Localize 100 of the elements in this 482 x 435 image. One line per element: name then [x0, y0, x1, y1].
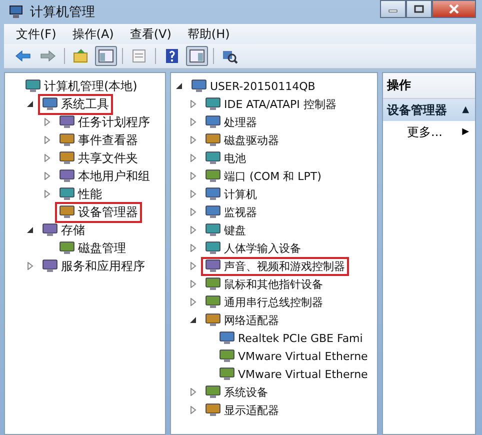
device-icon	[205, 241, 221, 255]
maximize-icon	[414, 5, 424, 13]
collapsed-arrow-icon[interactable]	[189, 154, 197, 162]
device-icon	[205, 97, 221, 111]
tree-item[interactable]: 存储	[38, 220, 89, 240]
collapsed-arrow-icon[interactable]	[189, 172, 197, 180]
node-icon	[25, 79, 41, 93]
node-icon	[59, 205, 75, 219]
device-icon	[205, 295, 221, 309]
device-icon	[219, 349, 235, 363]
tree-item[interactable]: 磁盘管理	[55, 238, 130, 258]
tree-item[interactable]: 事件查看器	[55, 130, 142, 150]
node-icon	[59, 133, 75, 147]
action-pane-button[interactable]	[186, 46, 208, 66]
tree-item[interactable]: 声音、视频和游戏控制器	[201, 256, 349, 276]
collapsed-arrow-icon[interactable]	[43, 154, 51, 162]
tree-item[interactable]: IDE ATA/ATAPI 控制器	[201, 94, 340, 114]
menu-item[interactable]: 文件(F)	[16, 26, 56, 42]
device-icon	[205, 187, 221, 201]
collapsed-arrow-icon[interactable]	[26, 262, 34, 270]
tree-item[interactable]: 通用串行总线控制器	[201, 292, 327, 312]
tree-item[interactable]: VMware Virtual Etherne	[215, 365, 372, 383]
device-icon	[205, 205, 221, 219]
device-icon	[205, 277, 221, 291]
menu-item[interactable]: 帮助(H)	[187, 26, 230, 42]
collapsed-arrow-icon[interactable]	[189, 280, 197, 288]
node-icon	[59, 151, 75, 165]
collapsed-arrow-icon[interactable]	[189, 406, 197, 414]
actions-section[interactable]: 设备管理器 ▲	[383, 99, 475, 121]
node-icon	[59, 115, 75, 129]
collapsed-arrow-icon[interactable]	[43, 118, 51, 126]
tree-item[interactable]: 任务计划程序	[55, 112, 154, 132]
expanded-arrow-icon[interactable]	[175, 82, 183, 90]
collapsed-arrow-icon[interactable]	[189, 298, 197, 306]
tree-item[interactable]: 人体学输入设备	[201, 238, 305, 258]
expanded-arrow-icon[interactable]	[26, 100, 34, 108]
collapsed-arrow-icon[interactable]	[189, 118, 197, 126]
collapsed-arrow-icon[interactable]	[189, 190, 197, 198]
device-icon	[205, 259, 221, 273]
device-icon	[205, 151, 221, 165]
collapsed-arrow-icon[interactable]	[189, 388, 197, 396]
tree-item[interactable]: 本地用户和组	[55, 166, 154, 186]
menu-item[interactable]: 查看(V)	[130, 26, 172, 42]
collapsed-arrow-icon[interactable]	[189, 136, 197, 144]
tree-item[interactable]: 监视器	[201, 202, 261, 222]
tree-item[interactable]: 键盘	[201, 220, 250, 240]
tree-item[interactable]: VMware Virtual Etherne	[215, 347, 372, 365]
tree-item[interactable]: 系统工具	[38, 94, 113, 114]
collapsed-arrow-icon[interactable]	[189, 262, 197, 270]
node-icon	[42, 223, 58, 237]
tree-item[interactable]: 性能	[55, 184, 106, 204]
collapsed-arrow-icon[interactable]	[189, 208, 197, 216]
tree-item[interactable]: 计算机	[201, 184, 261, 204]
menu-item[interactable]: 操作(A)	[72, 26, 114, 42]
tree-item[interactable]: 显示适配器	[201, 400, 283, 420]
device-icon	[219, 331, 235, 345]
window-title: 计算机管理	[30, 4, 95, 21]
collapsed-arrow-icon[interactable]	[189, 226, 197, 234]
computer-icon	[8, 4, 24, 20]
node-icon	[59, 187, 75, 201]
minimize-button[interactable]	[380, 0, 406, 18]
collapsed-arrow-icon[interactable]	[43, 190, 51, 198]
close-icon	[448, 4, 460, 14]
tree-item[interactable]: 端口 (COM 和 LPT)	[201, 166, 326, 186]
tree-item[interactable]: 网络适配器	[201, 310, 283, 330]
node-icon	[59, 241, 75, 255]
tree-item[interactable]: USER-20150114QB	[187, 77, 320, 95]
device-icon	[205, 115, 221, 129]
tree-item[interactable]: 计算机管理(本地)	[21, 76, 142, 96]
node-icon	[42, 97, 58, 111]
tree-item[interactable]: 电池	[201, 148, 250, 168]
collapsed-arrow-icon[interactable]	[43, 172, 51, 180]
tree-item[interactable]: 处理器	[201, 112, 261, 132]
device-icon	[205, 313, 221, 327]
expanded-arrow-icon[interactable]	[189, 316, 197, 324]
tree-item[interactable]: Realtek PCIe GBE Fami	[215, 329, 367, 347]
device-icon	[205, 403, 221, 417]
device-icon	[191, 79, 207, 93]
tree-item[interactable]: 设备管理器	[55, 202, 142, 222]
collapsed-arrow-icon[interactable]	[189, 244, 197, 252]
node-icon	[42, 259, 58, 273]
device-icon	[205, 169, 221, 183]
collapsed-arrow-icon[interactable]	[43, 136, 51, 144]
maximize-button[interactable]	[406, 0, 432, 18]
device-icon	[205, 223, 221, 237]
device-icon	[219, 367, 235, 381]
node-icon	[59, 169, 75, 183]
collapsed-arrow-icon[interactable]	[189, 100, 197, 108]
tree-item[interactable]: 系统设备	[201, 382, 272, 402]
device-icon	[205, 133, 221, 147]
console-tree-button[interactable]	[95, 46, 117, 66]
tree-item[interactable]: 服务和应用程序	[38, 256, 149, 276]
action-link[interactable]: 更多... ▶	[383, 121, 475, 143]
tree-item[interactable]: 磁盘驱动器	[201, 130, 283, 150]
expanded-arrow-icon[interactable]	[26, 226, 34, 234]
actions-header: 操作	[383, 73, 475, 99]
tree-item[interactable]: 共享文件夹	[55, 148, 142, 168]
tree-item[interactable]: 鼠标和其他指针设备	[201, 274, 327, 294]
close-button[interactable]	[432, 0, 476, 18]
device-icon	[205, 385, 221, 399]
